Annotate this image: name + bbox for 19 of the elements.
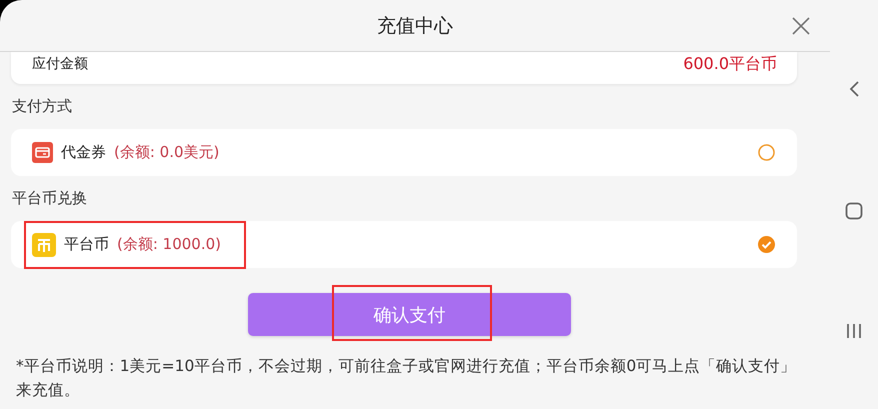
section-title: 支付方式 — [11, 96, 73, 117]
option-name: 代金券 — [61, 143, 106, 162]
note-text: *平台币说明：1美元=10平台币，不会过期，可前往盒子或官网进行充值；平台币余额0可马上点「确认支付」来充值。 — [16, 356, 798, 401]
dialog-title: 充值中心 — [377, 14, 453, 38]
option-balance: (余额: 1000.0) — [117, 235, 222, 254]
card-icon — [32, 142, 53, 163]
amount-label: 应付金额 — [32, 55, 88, 73]
amount-value: 600.0平台币 — [683, 54, 777, 74]
section-title: 平台币兑换 — [11, 188, 88, 209]
coin-icon — [32, 232, 56, 256]
recents-icon[interactable] — [846, 323, 862, 339]
option-name: 平台币 — [64, 235, 109, 254]
payment-option[interactable]: 代金券 (余额: 0.0美元) — [11, 129, 797, 176]
check-icon[interactable] — [758, 236, 775, 253]
radio-button[interactable] — [758, 144, 775, 161]
back-icon[interactable] — [848, 80, 860, 98]
home-icon[interactable] — [845, 202, 863, 220]
payment-option[interactable]: 平台币 (余额: 1000.0) — [11, 221, 797, 268]
option-balance: (余额: 0.0美元) — [114, 143, 220, 162]
